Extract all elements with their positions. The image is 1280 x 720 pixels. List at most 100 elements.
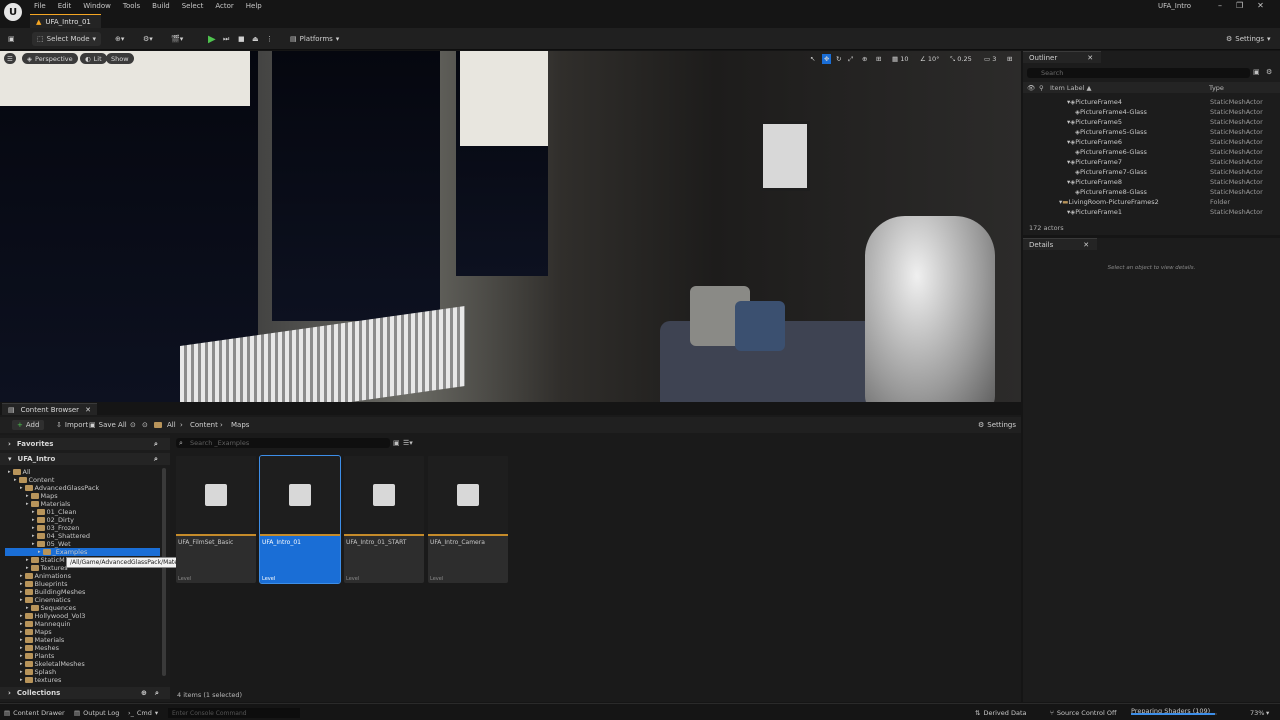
- chevron-right-icon[interactable]: ▸: [26, 501, 29, 507]
- chevron-right-icon[interactable]: ▸: [20, 581, 23, 587]
- folder-tree-item[interactable]: ▸ Plants: [20, 652, 54, 660]
- save-search-icon[interactable]: ▣: [393, 439, 400, 447]
- save-icon[interactable]: ▣: [8, 32, 15, 46]
- chevron-right-icon[interactable]: ▸: [20, 621, 23, 627]
- menu-tools[interactable]: Tools: [119, 2, 148, 10]
- level-tab[interactable]: ▲ UFA_Intro_01: [30, 14, 101, 28]
- step-icon[interactable]: ⏭: [223, 32, 229, 46]
- angle-snap-button[interactable]: ∠ 10°: [920, 54, 939, 64]
- content-drawer-button[interactable]: ▤ Content Drawer: [4, 708, 65, 718]
- chevron-right-icon[interactable]: ▸: [32, 517, 35, 523]
- minimize-icon[interactable]: –: [1218, 1, 1222, 10]
- folder-tree-item[interactable]: ▸ 04_Shattered: [32, 532, 90, 540]
- console-input[interactable]: Enter Console Command: [168, 708, 300, 718]
- tree-scrollbar[interactable]: [162, 468, 166, 676]
- settings-button[interactable]: ⚙ Settings ▾: [1226, 32, 1271, 46]
- lit-button[interactable]: ◐ Lit: [80, 53, 107, 64]
- chevron-right-icon[interactable]: ▸: [20, 661, 23, 667]
- add-collection-icon[interactable]: ⊕: [141, 689, 147, 697]
- menu-help[interactable]: Help: [242, 2, 270, 10]
- content-browser-tab[interactable]: ▤ Content Browser ✕: [2, 403, 97, 415]
- folder-tree-item[interactable]: ▸ textures: [20, 676, 61, 684]
- chevron-right-icon[interactable]: ▸: [20, 589, 23, 595]
- menu-select[interactable]: Select: [178, 2, 212, 10]
- chevron-right-icon[interactable]: ▸: [32, 541, 35, 547]
- cinematics-icon[interactable]: 🎬▾: [171, 32, 183, 46]
- folder-tree-item[interactable]: ▸ Materials: [26, 500, 70, 508]
- add-button[interactable]: + Add: [12, 420, 45, 430]
- level-viewport[interactable]: ☰ ◈ Perspective ◐ Lit Show ↖ ✥ ↻ ⤢ ⊕ ⊞ ▦…: [0, 51, 1021, 402]
- search-icon[interactable]: ⌕: [154, 455, 158, 464]
- history-forward-icon[interactable]: ⊙: [142, 420, 148, 430]
- pin-icon[interactable]: ⚲: [1039, 84, 1044, 92]
- chevron-right-icon[interactable]: ▸: [20, 645, 23, 651]
- close-icon[interactable]: ✕: [1257, 1, 1264, 10]
- output-log-button[interactable]: ▤ Output Log: [74, 708, 119, 718]
- folder-tree-item[interactable]: ▸ Sequences: [26, 604, 76, 612]
- eject-icon[interactable]: ⏏: [252, 32, 259, 46]
- asset-tile[interactable]: UFA_FilmSet_Basic Level: [176, 456, 256, 583]
- outliner-tab[interactable]: Outliner ✕: [1023, 51, 1102, 63]
- chevron-right-icon[interactable]: ▸: [20, 669, 23, 675]
- chevron-down-icon[interactable]: ▾: [1266, 708, 1269, 718]
- outliner-row[interactable]: ▾ ◈ PictureFrame7 StaticMeshActor: [1023, 157, 1273, 167]
- content-browser-settings-button[interactable]: ⚙ Settings: [978, 420, 1016, 430]
- scale-snap-button[interactable]: ⤡ 0.25: [950, 54, 972, 64]
- chevron-right-icon[interactable]: ▸: [26, 557, 29, 563]
- history-back-icon[interactable]: ⊙: [130, 420, 136, 430]
- chevron-right-icon[interactable]: ▸: [32, 533, 35, 539]
- search-icon[interactable]: ⌕: [155, 689, 159, 698]
- folder-tree-item[interactable]: ▸ _Examples: [38, 548, 87, 556]
- chevron-right-icon[interactable]: ▸: [32, 509, 35, 515]
- outliner-col-type[interactable]: Type: [1209, 84, 1224, 92]
- chevron-right-icon[interactable]: ▸: [26, 493, 29, 499]
- translate-tool-icon[interactable]: ✥: [822, 54, 832, 64]
- source-control-button[interactable]: ⑂ Source Control Off: [1050, 708, 1116, 718]
- folder-tree-item[interactable]: ▸ Content: [14, 476, 54, 484]
- asset-tile[interactable]: UFA_Intro_01 Level: [259, 455, 341, 584]
- chevron-right-icon[interactable]: ▸: [20, 677, 23, 683]
- add-folder-icon[interactable]: ▣: [1253, 68, 1260, 76]
- folder-tree-item[interactable]: ▸ 02_Dirty: [32, 516, 74, 524]
- breadcrumb-maps[interactable]: Maps: [231, 420, 249, 430]
- platforms-button[interactable]: ▤ Platforms ▾: [290, 32, 339, 46]
- breadcrumb-content[interactable]: Content: [190, 420, 218, 430]
- outliner-row[interactable]: ◈ PictureFrame5-Glass StaticMeshActor: [1023, 127, 1273, 137]
- folder-tree-item[interactable]: ▸ AdvancedGlassPack: [20, 484, 99, 492]
- folder-tree-item[interactable]: ▸ 03_Frozen: [32, 524, 79, 532]
- cmd-button[interactable]: ›_ Cmd ▾: [128, 708, 158, 718]
- folder-tree-item[interactable]: ▸ 01_Clean: [32, 508, 76, 516]
- add-actor-icon[interactable]: ⊕▾: [115, 32, 124, 46]
- folder-tree-item[interactable]: ▸ Mannequin: [20, 620, 71, 628]
- asset-tile[interactable]: UFA_Intro_01_START Level: [344, 456, 424, 583]
- rotate-tool-icon[interactable]: ↻: [836, 54, 841, 64]
- chevron-right-icon[interactable]: ▸: [20, 629, 23, 635]
- folder-tree-item[interactable]: ▸ All: [8, 468, 31, 476]
- blueprint-icon[interactable]: ⚙▾: [143, 32, 153, 46]
- surface-snap-icon[interactable]: ⊞: [876, 54, 881, 64]
- visibility-icon[interactable]: 👁: [1027, 84, 1035, 92]
- outliner-search-input[interactable]: Search: [1027, 68, 1250, 78]
- project-header[interactable]: ▾ UFA_Intro ⌕: [0, 453, 170, 465]
- folder-tree-item[interactable]: ▸ Textures: [26, 564, 68, 572]
- folder-tree-item[interactable]: ▸ Maps: [26, 492, 58, 500]
- chevron-right-icon[interactable]: ▸: [20, 637, 23, 643]
- breadcrumb-all[interactable]: All: [167, 420, 176, 430]
- chevron-right-icon[interactable]: ▸: [26, 565, 29, 571]
- search-icon[interactable]: ⌕: [154, 440, 158, 449]
- chevron-right-icon[interactable]: ▸: [14, 477, 17, 483]
- close-icon[interactable]: ✕: [1087, 54, 1093, 62]
- layout-icon[interactable]: ⊞: [1007, 54, 1012, 64]
- play-options-icon[interactable]: ⋮: [266, 32, 273, 46]
- menu-edit[interactable]: Edit: [54, 2, 80, 10]
- asset-tile[interactable]: UFA_Intro_Camera Level: [428, 456, 508, 583]
- outliner-row[interactable]: ◈ PictureFrame4-Glass StaticMeshActor: [1023, 107, 1273, 117]
- folder-tree-item[interactable]: ▸ Hollywood_Vol3: [20, 612, 85, 620]
- folder-tree-item[interactable]: ▸ SkeletalMeshes: [20, 660, 85, 668]
- outliner-row[interactable]: ▾ ◈ PictureFrame4 StaticMeshActor: [1023, 97, 1273, 107]
- menu-window[interactable]: Window: [79, 2, 119, 10]
- select-mode-button[interactable]: ⬚ Select Mode ▾: [32, 32, 102, 46]
- save-all-button[interactable]: ▣ Save All: [89, 420, 127, 430]
- menu-file[interactable]: File: [30, 2, 54, 10]
- outliner-col-label[interactable]: Item Label ▲: [1050, 84, 1091, 92]
